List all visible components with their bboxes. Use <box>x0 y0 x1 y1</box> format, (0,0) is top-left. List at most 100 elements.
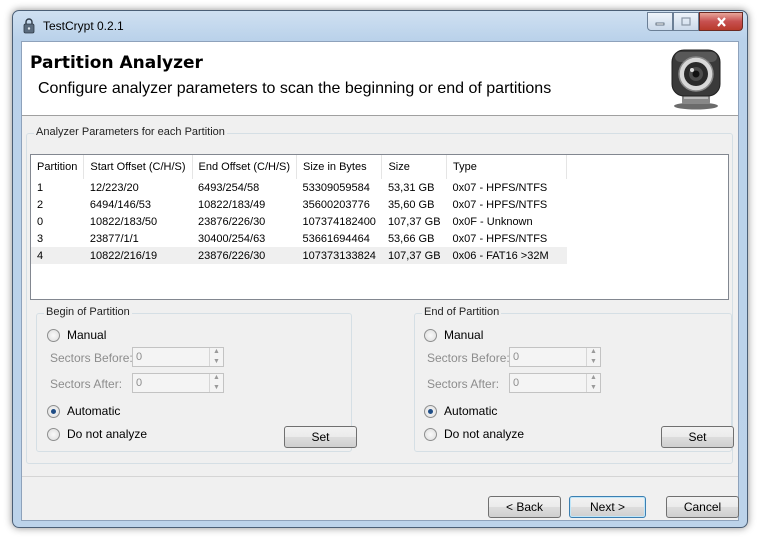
close-button[interactable] <box>699 12 743 31</box>
end-automatic-label: Automatic <box>444 404 498 418</box>
cell-partition: 0 <box>37 215 44 228</box>
end-sectors-after-label: Sectors After: <box>427 377 500 391</box>
cell-size-bytes: 107373133824 <box>296 247 382 264</box>
table-row[interactable]: 1 12/223/20 6493/254/58 53309059584 53,3… <box>31 179 567 196</box>
table-row-selected[interactable]: 4 10822/216/19 23876/226/30 107373133824… <box>31 247 567 264</box>
table-header: Partition Start Offset (C/H/S) End Offse… <box>31 155 568 179</box>
cell-partition: 3 <box>37 232 44 245</box>
cell-type: 0x07 - HPFS/NTFS <box>452 198 548 211</box>
begin-sectors-before-label: Sectors Before: <box>50 351 133 365</box>
maximize-icon <box>681 17 691 26</box>
cell-start-offset: 12/223/20 <box>89 181 139 194</box>
begin-automatic-radio[interactable]: Automatic <box>47 404 120 418</box>
column-header[interactable]: Start Offset (C/H/S) <box>83 155 193 179</box>
back-button[interactable]: < Back <box>488 496 561 518</box>
page-subtitle: Configure analyzer parameters to scan th… <box>38 80 552 97</box>
spin-arrows-icon[interactable]: ▲ ▼ <box>586 374 600 392</box>
cell-size: 53,66 GB <box>387 232 435 245</box>
cell-end-offset: 23876/226/30 <box>192 247 297 264</box>
end-manual-radio[interactable]: Manual <box>424 328 483 342</box>
begin-group-label: Begin of Partition <box>44 306 132 318</box>
end-set-button[interactable]: Set <box>661 426 734 448</box>
begin-do-not-analyze-radio[interactable]: Do not analyze <box>47 427 147 441</box>
cell-start-offset: 6494/146/53 <box>89 198 152 211</box>
partition-table: Partition Start Offset (C/H/S) End Offse… <box>31 155 568 264</box>
maximize-button[interactable] <box>673 12 699 31</box>
cell-size-bytes: 35600203776 <box>302 198 370 211</box>
cell-end-offset: 30400/254/63 <box>198 232 266 245</box>
cancel-button[interactable]: Cancel <box>666 496 739 518</box>
begin-automatic-label: Automatic <box>67 404 121 418</box>
cell-start-offset: 23877/1/1 <box>89 232 139 245</box>
close-icon <box>716 16 726 27</box>
table-row[interactable]: 0 10822/183/50 23876/226/30 107374182400… <box>31 213 567 230</box>
cell-type: 0x0F - Unknown <box>452 215 533 228</box>
end-sectors-before-label: Sectors Before: <box>427 351 510 365</box>
radio-icon <box>424 328 437 342</box>
radio-checked-icon <box>424 404 437 418</box>
cell-partition: 4 <box>31 247 84 264</box>
begin-sectors-after-stepper[interactable]: 0 ▲ ▼ <box>132 373 224 393</box>
cell-type: 0x07 - HPFS/NTFS <box>452 181 548 194</box>
cell-size-bytes: 53661694464 <box>302 232 370 245</box>
cell-end-offset: 6493/254/58 <box>198 181 260 194</box>
column-header[interactable]: Type <box>446 155 568 179</box>
column-header[interactable]: Size <box>381 155 448 179</box>
cell-size: 107,37 GB <box>387 215 441 228</box>
radio-icon <box>47 427 60 441</box>
cell-size-bytes: 53309059584 <box>302 181 370 194</box>
page-title: Partition Analyzer <box>30 53 203 73</box>
caption-buttons <box>647 12 743 32</box>
column-header[interactable]: End Offset (C/H/S) <box>192 155 298 179</box>
webcam-icon <box>671 49 721 110</box>
begin-sectors-before-stepper[interactable]: 0 ▲ ▼ <box>132 347 224 367</box>
table-row[interactable]: 3 23877/1/1 30400/254/63 53661694464 53,… <box>31 230 567 247</box>
wizard-client-area: Partition Analyzer Configure analyzer pa… <box>21 41 739 521</box>
end-sectors-before-stepper[interactable]: 0 ▲ ▼ <box>509 347 601 367</box>
footer-divider <box>22 476 738 477</box>
params-group-label: Analyzer Parameters for each Partition <box>34 126 227 138</box>
end-group-label: End of Partition <box>422 306 502 318</box>
radio-icon <box>424 427 437 441</box>
next-button[interactable]: Next > <box>569 496 646 518</box>
column-header[interactable]: Size in Bytes <box>296 155 383 179</box>
radio-icon <box>47 328 60 342</box>
column-header[interactable]: Partition <box>31 155 85 179</box>
cell-type: 0x07 - HPFS/NTFS <box>452 232 548 245</box>
window-title: TestCrypt 0.2.1 <box>43 19 124 33</box>
end-do-not-analyze-radio[interactable]: Do not analyze <box>424 427 524 441</box>
table-row[interactable]: 2 6494/146/53 10822/183/49 35600203776 3… <box>31 196 567 213</box>
radio-checked-icon <box>47 404 60 418</box>
minimize-icon <box>655 22 665 25</box>
cell-start-offset: 10822/216/19 <box>83 247 193 264</box>
cell-partition: 1 <box>37 181 44 194</box>
end-automatic-radio[interactable]: Automatic <box>424 404 497 418</box>
begin-do-not-analyze-label: Do not analyze <box>67 427 148 441</box>
minimize-button[interactable] <box>647 12 673 31</box>
end-do-not-analyze-label: Do not analyze <box>444 427 525 441</box>
begin-sectors-after-value: 0 <box>136 377 143 389</box>
end-manual-label: Manual <box>444 328 484 342</box>
begin-set-button[interactable]: Set <box>284 426 357 448</box>
begin-manual-radio[interactable]: Manual <box>47 328 106 342</box>
end-sectors-after-stepper[interactable]: 0 ▲ ▼ <box>509 373 601 393</box>
end-sectors-after-value: 0 <box>513 377 520 389</box>
app-window: TestCrypt 0.2.1 Partition Analyzer Confi… <box>12 10 748 528</box>
cell-start-offset: 10822/183/50 <box>89 215 158 228</box>
cell-end-offset: 10822/183/49 <box>198 198 266 211</box>
end-sectors-before-value: 0 <box>513 351 520 363</box>
cell-partition: 2 <box>37 198 44 211</box>
spin-arrows-icon[interactable]: ▲ ▼ <box>209 348 223 366</box>
title-bar[interactable]: TestCrypt 0.2.1 <box>13 11 747 41</box>
begin-sectors-after-label: Sectors After: <box>50 377 123 391</box>
cell-size: 107,37 GB <box>381 247 447 264</box>
cell-end-offset: 23876/226/30 <box>198 215 266 228</box>
lock-icon <box>23 18 35 34</box>
cell-size-bytes: 107374182400 <box>302 215 376 228</box>
cell-type: 0x06 - FAT16 >32M <box>446 247 567 264</box>
spin-arrows-icon[interactable]: ▲ ▼ <box>209 374 223 392</box>
partition-list[interactable]: Partition Start Offset (C/H/S) End Offse… <box>30 154 729 300</box>
spin-arrows-icon[interactable]: ▲ ▼ <box>586 348 600 366</box>
wizard-header: Partition Analyzer Configure analyzer pa… <box>22 42 738 116</box>
begin-manual-label: Manual <box>67 328 107 342</box>
